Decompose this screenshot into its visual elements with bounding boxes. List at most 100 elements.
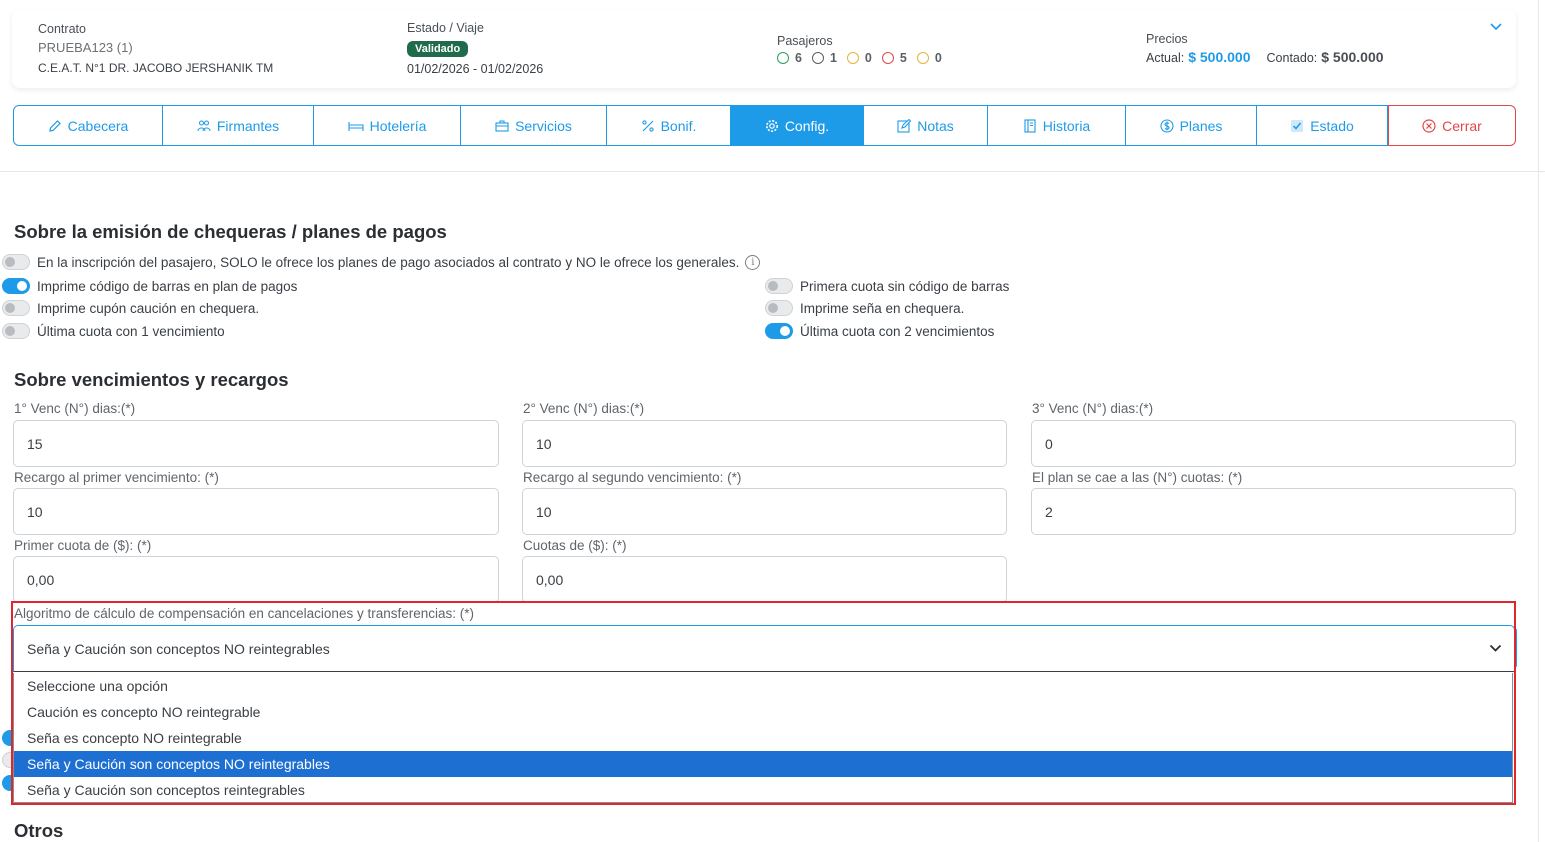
toggle-row: Última cuota con 2 vencimientos [765, 323, 994, 339]
page: Contrato PRUEBA123 (1) C.E.A.T. N°1 DR. … [0, 0, 1545, 842]
venc3-label: 3° Venc (N°) dias:(*) [1032, 401, 1154, 416]
toggle-label: Última cuota con 2 vencimientos [800, 323, 995, 339]
contract-name: PRUEBA123 (1) [38, 40, 133, 55]
passengers-info: Pasajeros 6 1 0 5 0 [777, 10, 942, 65]
venc1-input[interactable]: 15 [13, 420, 499, 467]
venc3-input[interactable]: 0 [1031, 420, 1516, 467]
toggle-row: Imprime seña en chequera. [765, 300, 964, 316]
recargo2-label: Recargo al segundo vencimiento: (*) [523, 470, 742, 485]
toggle-row: Imprime cupón caución en chequera. [2, 300, 259, 316]
toggle-label: Imprime seña en chequera. [800, 300, 965, 316]
actual-label: Actual: [1146, 51, 1185, 65]
users-icon [197, 119, 211, 131]
toggle-switch[interactable] [765, 300, 793, 316]
tab-label: Hotelería [369, 117, 427, 134]
divider [0, 171, 1545, 172]
toggle-label: En la inscripción del pasajero, SOLO le … [37, 254, 740, 270]
tab-hoteleria[interactable]: Hotelería [314, 105, 461, 146]
toggle-row: Última cuota con 1 vencimiento [2, 323, 225, 339]
clock-icon [846, 52, 859, 64]
dollar-icon [1160, 118, 1174, 133]
checkbox-icon [1291, 119, 1304, 132]
contado-price: $ 500.000 [1321, 49, 1384, 65]
gear-icon [765, 119, 778, 132]
toggle-switch[interactable] [765, 278, 793, 294]
user-x-icon [811, 52, 824, 64]
collapse-chevron-icon[interactable] [1490, 22, 1502, 32]
prices-info: Precios Actual: $ 500.000 Contado: $ 500… [1146, 10, 1384, 65]
tab-config[interactable]: Config. [731, 105, 864, 146]
tab-servicios[interactable]: Servicios [461, 105, 607, 146]
contado-label: Contado: [1266, 51, 1318, 65]
section-title-vencimientos: Sobre vencimientos y recargos [14, 369, 289, 390]
toggle-switch[interactable] [765, 323, 793, 339]
toggle-label: Última cuota con 1 vencimiento [37, 323, 225, 339]
contract-label: Contrato [38, 22, 86, 36]
primer-cuota-input[interactable]: 0,00 [13, 556, 499, 603]
check-circle-icon [777, 52, 789, 64]
toggle-label: Imprime código de barras en plan de pago… [37, 278, 298, 294]
venc2-input[interactable]: 10 [522, 420, 1007, 467]
toggle-row-planes-asociados: En la inscripción del pasajero, SOLO le … [2, 254, 761, 270]
toggle-switch[interactable] [2, 254, 30, 270]
toggle-row: Imprime código de barras en plan de pago… [2, 278, 297, 294]
tab-label: Servicios [515, 117, 572, 134]
info-icon[interactable]: i [745, 254, 761, 270]
tab-estado[interactable]: Estado [1257, 105, 1388, 146]
tab-label: Firmantes [216, 117, 280, 134]
prices-label: Precios [1146, 32, 1188, 46]
plan-cae-input[interactable]: 2 [1031, 488, 1516, 535]
tab-label: Estado [1310, 117, 1354, 134]
status-badge: Validado [407, 41, 469, 57]
ban-icon [881, 52, 894, 64]
scroll-edge [1538, 0, 1539, 842]
actual-price: $ 500.000 [1188, 49, 1251, 65]
bed-icon [348, 121, 364, 131]
primer-cuota-label: Primer cuota de ($): (*) [14, 538, 152, 553]
status-label: Estado / Viaje [407, 21, 484, 35]
tab-label: Config. [784, 117, 830, 134]
status-info: Estado / Viaje Validado 01/02/2026 - 01/… [407, 10, 543, 76]
toggle-label: Primera cuota sin código de barras [800, 278, 1010, 294]
toggle-switch[interactable] [2, 278, 30, 294]
tab-historia[interactable]: Historia [988, 105, 1126, 146]
recargo1-input[interactable]: 10 [13, 488, 499, 535]
tab-planes[interactable]: Planes [1126, 105, 1257, 146]
tab-bonif[interactable]: Bonif. [607, 105, 731, 146]
recargo1-label: Recargo al primer vencimiento: (*) [14, 470, 219, 485]
plan-cae-label: El plan se cae a las (N°) cuotas: (*) [1032, 470, 1243, 485]
contract-info: Contrato PRUEBA123 (1) C.E.A.T. N°1 DR. … [38, 10, 273, 75]
passengers-counts: 6 1 0 5 0 [777, 51, 942, 65]
recargo2-input[interactable]: 10 [522, 488, 1007, 535]
alert-icon [916, 52, 929, 64]
cuotas-input[interactable]: 0,00 [522, 556, 1007, 603]
tab-label: Cabecera [67, 117, 129, 134]
percent-icon [641, 119, 654, 132]
status-dates: 01/02/2026 - 01/02/2026 [407, 62, 544, 76]
tab-cerrar[interactable]: Cerrar [1388, 105, 1516, 146]
venc2-label: 2° Venc (N°) dias:(*) [523, 401, 645, 416]
edit-icon [897, 118, 912, 133]
tab-label: Bonif. [660, 117, 697, 134]
tab-cabecera[interactable]: Cabecera [13, 105, 163, 146]
contract-tabs: Cabecera Firmantes Hotelería Servicios B… [13, 105, 1516, 146]
tab-label: Historia [1042, 117, 1091, 134]
venc1-label: 1° Venc (N°) dias:(*) [14, 401, 136, 416]
tab-firmantes[interactable]: Firmantes [163, 105, 314, 146]
contract-school: C.E.A.T. N°1 DR. JACOBO JERSHANIK TM [38, 61, 274, 75]
pax-count-user: 1 [829, 51, 837, 65]
toggle-switch[interactable] [2, 300, 30, 316]
tab-label: Planes [1179, 117, 1223, 134]
briefcase-icon [495, 119, 509, 132]
section-title-otros: Otros [14, 820, 64, 841]
tab-label: Cerrar [1442, 117, 1482, 134]
tab-label: Notas [917, 117, 954, 134]
contract-summary-card: Contrato PRUEBA123 (1) C.E.A.T. N°1 DR. … [12, 10, 1516, 88]
toggle-row: Primera cuota sin código de barras [765, 278, 1009, 294]
pencil-icon [48, 119, 61, 132]
book-icon [1024, 118, 1036, 133]
tab-notas[interactable]: Notas [864, 105, 988, 146]
toggle-switch[interactable] [2, 323, 30, 339]
cuotas-label: Cuotas de ($): (*) [523, 538, 627, 553]
pax-count-cancelled: 5 [899, 51, 907, 65]
